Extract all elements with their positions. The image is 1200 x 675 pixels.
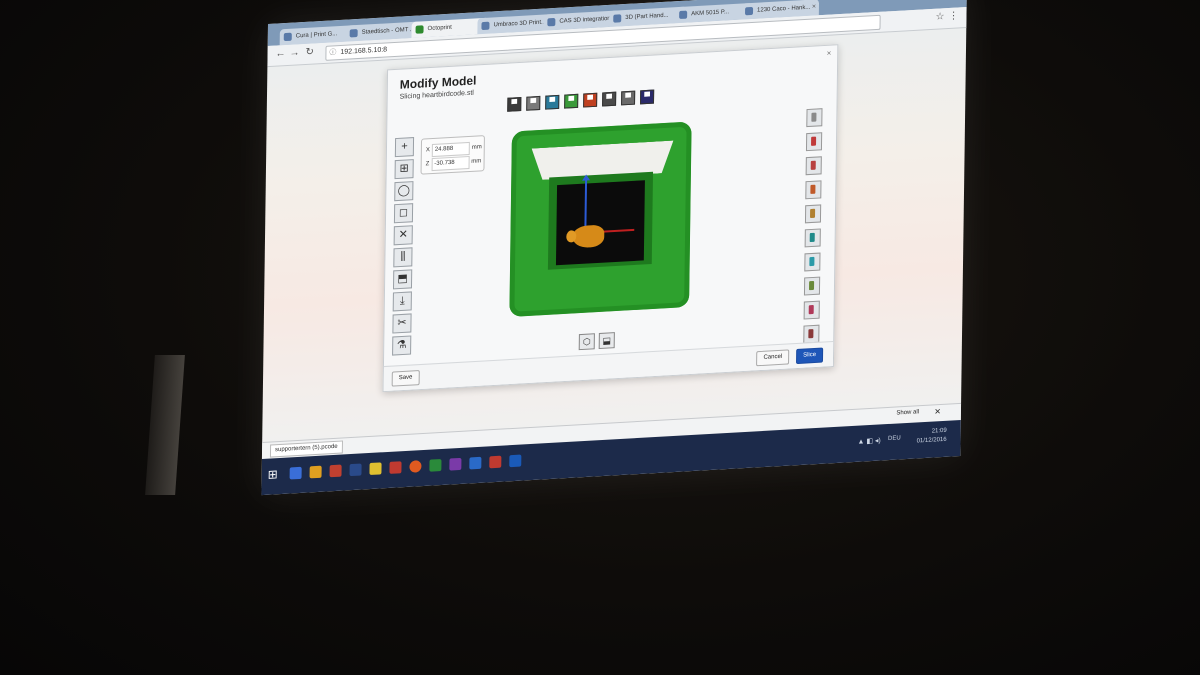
windows-start-icon[interactable]: ⊞: [268, 467, 278, 482]
laptop-edge: [145, 355, 185, 495]
z-coordinate-input[interactable]: -30.738: [431, 155, 470, 172]
transform-toolbar: + ⊞ ◯ ◻ ✕ ⫼ ⬒ ⤓ ✂ ⚗: [392, 137, 415, 359]
extruder-button[interactable]: [804, 228, 821, 248]
layout-tool-button[interactable]: ⫼: [393, 247, 413, 268]
language-indicator[interactable]: DEU: [888, 435, 901, 442]
material-selector: ▀ ▀ ▀ ▀ ▀ ▀ ▀ ▀: [507, 85, 659, 112]
material-button[interactable]: ▀: [621, 90, 636, 106]
extruder-button[interactable]: [803, 324, 820, 344]
material-button[interactable]: ▀: [526, 95, 541, 111]
z-coordinate-row: Z -30.738 mm: [426, 155, 482, 172]
close-icon[interactable]: ×: [827, 49, 832, 58]
mirror-tool-button[interactable]: ✕: [393, 225, 413, 246]
material-button[interactable]: ▀: [507, 96, 522, 112]
back-icon[interactable]: ←: [275, 48, 285, 60]
url-text: 192.168.5.10:8: [340, 46, 388, 57]
taskbar-app-icon[interactable]: [389, 461, 402, 474]
favicon-icon: [613, 14, 622, 23]
extruder-button[interactable]: [805, 180, 822, 200]
bookmark-star-icon[interactable]: ☆: [935, 11, 944, 23]
split-tool-button[interactable]: ✂: [392, 313, 412, 334]
align-tool-button[interactable]: ⊞: [394, 159, 414, 180]
favicon-icon: [547, 17, 556, 27]
outlook-icon[interactable]: [469, 456, 482, 470]
extruder-toolbar: [803, 108, 823, 349]
word-icon[interactable]: [509, 454, 522, 468]
modify-model-dialog: Modify Model Slicing heartbirdcode.stl ×…: [382, 44, 839, 393]
support-tool-button[interactable]: ⚗: [392, 335, 412, 356]
window-controls[interactable]: – ❐ ✕: [905, 0, 961, 1]
save-button[interactable]: Save: [391, 370, 420, 387]
extruder-button[interactable]: [804, 204, 822, 224]
favicon-icon: [415, 25, 424, 34]
close-tab-icon[interactable]: ×: [812, 0, 816, 16]
drop-tool-button[interactable]: ⤓: [392, 291, 412, 312]
material-button[interactable]: ▀: [545, 94, 560, 110]
material-button[interactable]: ▀: [640, 89, 655, 105]
3d-viewport[interactable]: [479, 108, 782, 365]
material-button[interactable]: ▀: [583, 92, 598, 108]
extruder-button[interactable]: [803, 276, 821, 296]
reload-icon[interactable]: ↻: [305, 46, 314, 57]
folder-icon[interactable]: [369, 462, 382, 476]
cancel-button[interactable]: Cancel: [756, 349, 790, 367]
extruder-button[interactable]: [806, 108, 823, 128]
forward-icon[interactable]: →: [289, 47, 299, 59]
position-panel: X 24.888 mm Z -30.738 mm: [420, 135, 485, 175]
print-frame-model: [509, 121, 692, 317]
projected-screen: Cura | Print G...× Staedtisch - OMT ...×…: [261, 0, 967, 496]
favicon-icon: [283, 32, 292, 42]
taskbar-app-icon[interactable]: [329, 464, 342, 478]
powerpoint-icon[interactable]: [489, 455, 502, 469]
x-coordinate-input[interactable]: 24.888: [431, 141, 470, 158]
taskbar-app-icon[interactable]: [289, 466, 302, 480]
chrome-icon[interactable]: [409, 460, 422, 473]
taskbar-app-icon[interactable]: [349, 463, 362, 477]
scale-tool-button[interactable]: ◻: [393, 203, 414, 224]
onenote-icon[interactable]: [449, 457, 462, 471]
extruder-button[interactable]: [803, 300, 820, 320]
cut-tool-button[interactable]: ⬒: [392, 269, 413, 290]
dialog-title: Modify Model: [399, 73, 477, 92]
favicon-icon: [745, 6, 754, 16]
menu-icon[interactable]: ⋮: [948, 10, 958, 22]
material-button[interactable]: ▀: [564, 93, 579, 109]
rotate-tool-button[interactable]: ◯: [394, 181, 414, 202]
taskbar-app-icon[interactable]: [309, 465, 322, 479]
material-button[interactable]: ▀: [602, 91, 617, 107]
x-coordinate-row: X 24.888 mm: [426, 141, 482, 158]
favicon-icon: [349, 28, 358, 38]
extruder-button[interactable]: [805, 156, 822, 176]
perspective-view-button[interactable]: ⬡: [578, 333, 595, 351]
clock[interactable]: 21:09 01/12/2016: [917, 427, 947, 447]
close-icon[interactable]: ✕: [934, 407, 941, 416]
excel-icon[interactable]: [429, 458, 442, 472]
extruder-button[interactable]: [805, 132, 823, 152]
extruder-button[interactable]: [804, 252, 821, 272]
move-tool-button[interactable]: +: [394, 137, 415, 158]
show-all-link[interactable]: Show all: [896, 409, 919, 416]
favicon-icon: [679, 10, 688, 20]
layer-view-button[interactable]: ⬓: [598, 332, 615, 350]
info-icon: ⓘ: [329, 49, 337, 57]
view-controls: ⬡ ⬓: [578, 330, 619, 351]
dialog-subtitle: Slicing heartbirdcode.stl: [399, 89, 474, 101]
favicon-icon: [481, 21, 490, 31]
slice-button[interactable]: Slice: [795, 347, 824, 365]
tray-icons[interactable]: ▲ ◧ ◂): [857, 436, 880, 445]
